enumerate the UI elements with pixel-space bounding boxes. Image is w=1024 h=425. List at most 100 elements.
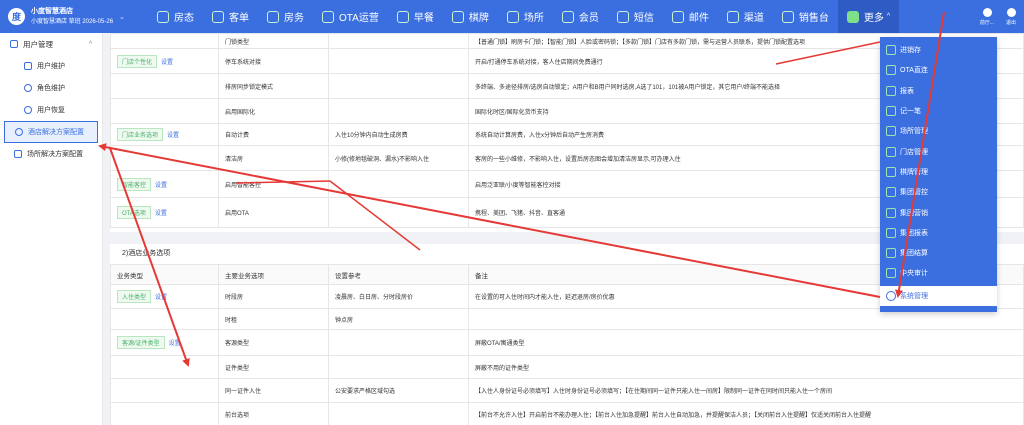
reference-cell: 凌晨房、白日房、分时段房价 [328,284,469,309]
more-menu-item[interactable]: OTA直连 [880,60,997,80]
reference-cell [328,73,469,99]
more-menu-item[interactable]: 报表 [880,81,997,101]
group-icon [886,187,896,198]
brand-logo: 度 [8,8,25,25]
nav-item[interactable]: 客单 [203,0,258,33]
store-icon [886,146,896,157]
nav-item-more[interactable]: 更多 ^ [837,0,900,33]
more-menu-dropdown: 进销存 OTA直连 报表 记一笔 场所管理 门店管理 棋牌管理 集团管控 集团营销 集团报表 集团结… [880,37,997,312]
role-icon [24,84,32,92]
user-icon [982,7,992,17]
grid-icon [157,10,169,23]
chess-icon [886,166,896,177]
user-restore-icon [24,106,32,114]
front-desk-button[interactable]: 前厅... [978,7,996,26]
user-icon [10,40,18,48]
option-name: 时段房 [218,284,329,309]
reference-cell: 小修(修地毯破洞、漏水)不影响入住 [328,145,469,171]
grid-icon [846,10,859,23]
category-cell [110,33,219,49]
report-icon [886,85,896,96]
category-cell [110,145,219,171]
settings-link[interactable]: 设置 [169,341,181,347]
more-menu-item[interactable]: 记一笔 [880,101,997,121]
more-menu-item[interactable]: 集团管控 [880,182,997,202]
receipt-icon [212,10,224,23]
main-nav: 房态 客单 房务 OTA运营 早餐 棋牌 场所 会员 短信 邮件 渠道 销售台 更多 ^ [148,0,978,33]
nav-item[interactable]: 早餐 [388,0,443,33]
sidebar-item-user-restore[interactable]: 用户恢复 [0,99,102,121]
more-menu-item[interactable]: 中央审计 [880,263,997,283]
note-icon [886,106,896,117]
reference-cell [328,402,469,425]
sidebar: 用户管理 ^ 用户维护 角色维护 用户恢复 酒店解决方案配置 场所解决方案配置 [0,33,103,425]
note-cell: 【入住人身份证号必须填写】入住时身份证号必须填写；【在住期间同一证件只能入住一间… [468,378,1024,403]
column-header: 主要业务选项 [218,264,329,285]
category-cell [110,73,219,99]
sidebar-item-venue-solution-config[interactable]: 场所解决方案配置 [0,143,102,165]
category-cell: 门店个性化 设置 [110,48,219,74]
nav-item[interactable]: OTA运营 [313,0,388,33]
sidebar-item-hotel-solution-config[interactable]: 酒店解决方案配置 [4,121,98,143]
more-menu-item[interactable]: 系统管理 [880,285,997,306]
monitor-icon [322,10,334,23]
gear-icon [886,290,896,301]
option-name: 启用智能客控 [218,170,329,198]
settings-icon [15,128,23,136]
option-name: 时租 [218,308,329,330]
category-tag: 门店个性化 [117,54,158,68]
top-nav-bar: 度 小度智慧酒店 小度智慧酒店 草班 2026-05-26 ⌄ 房态 客单 房务 OT… [0,0,1024,33]
nav-item[interactable]: 场所 [498,0,553,33]
nav-item[interactable]: 邮件 [663,0,718,33]
more-menu-item[interactable]: 集团营销 [880,202,997,222]
chevron-up-icon: ^ [886,13,891,20]
category-cell: 智能客控 设置 [110,170,219,198]
building-icon [267,10,279,23]
reference-cell [328,197,469,228]
settings-link[interactable]: 设置 [161,60,173,66]
venue-icon [14,150,22,158]
option-name: 启用国际化 [218,98,329,124]
reference-cell: 公安要求严格区域勾选 [328,378,469,403]
option-name: 排房同步锁定模式 [218,73,329,99]
option-name: 停车系统对接 [218,48,329,74]
sidebar-group-user-management[interactable]: 用户管理 ^ [0,33,102,55]
category-cell: 入住类型 设置 [110,284,219,309]
chess-icon [451,10,464,23]
more-menu-item[interactable]: 进销存 [880,40,997,60]
reference-cell [328,98,469,124]
category-cell [110,98,219,124]
sidebar-item-role-maintenance[interactable]: 角色维护 [0,77,102,99]
option-name: 同一证件入住 [218,378,329,403]
category-tag: OTA选项 [117,206,151,219]
option-name: 自动计费 [218,123,329,146]
sidebar-item-user-maintenance[interactable]: 用户维护 [0,55,102,77]
category-cell: OTA选项 设置 [110,197,219,228]
settings-link[interactable]: 设置 [155,211,167,217]
more-menu-item[interactable]: 场所管理 [880,121,997,141]
brand[interactable]: 度 小度智慧酒店 小度智慧酒店 草班 2026-05-26 ⌄ [0,7,148,27]
member-card-icon [561,10,574,23]
nav-item[interactable]: 渠道 [718,0,773,33]
nav-item[interactable]: 房态 [148,0,203,33]
category-cell [110,402,219,425]
more-menu-item[interactable]: 棋牌管理 [880,162,997,182]
category-tag: 门店业务选项 [117,128,164,141]
more-menu-item[interactable]: 集团报表 [880,223,997,243]
settings-link[interactable]: 设置 [155,295,167,301]
nav-item[interactable]: 销售台 [773,0,838,33]
note-cell: 【前台不允许入住】开启前台不能办理入住；【前台入住加急提醒】前台入住自动加急，并… [468,402,1024,425]
venue-icon [886,126,896,137]
nav-item[interactable]: 房务 [258,0,313,33]
nav-item[interactable]: 棋牌 [443,0,498,33]
category-tag: 客源/证件类型 [117,336,165,349]
logout-button[interactable]: 退出 [1002,7,1020,26]
settings-link[interactable]: 设置 [167,133,179,139]
more-menu-item[interactable]: 集团结算 [880,243,997,263]
chevron-down-icon[interactable]: ⌄ [119,13,125,21]
more-menu-item[interactable]: 门店管理 [880,141,997,161]
reference-cell [328,48,469,74]
nav-item[interactable]: 短信 [608,0,663,33]
settings-link[interactable]: 设置 [155,183,167,189]
nav-item[interactable]: 会员 [553,0,608,33]
